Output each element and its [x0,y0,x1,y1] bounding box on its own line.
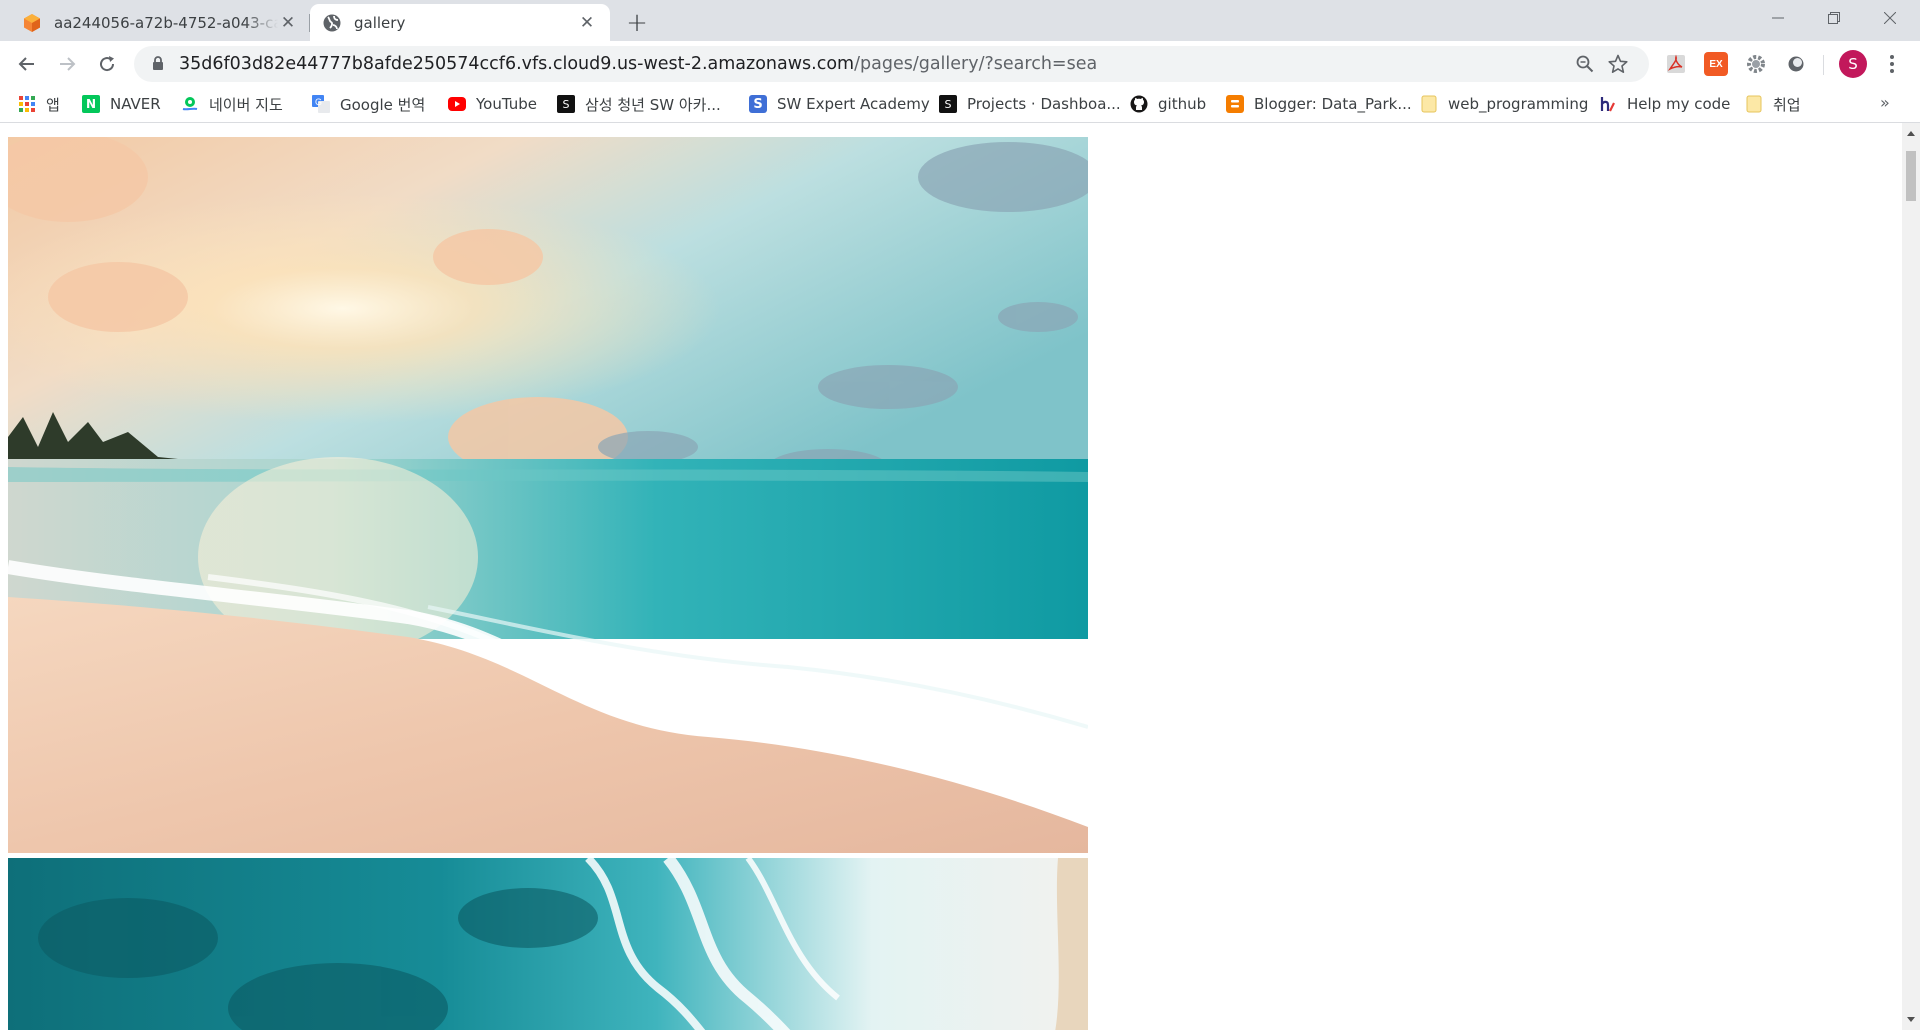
naver-map-icon [181,95,199,113]
reload-button[interactable] [91,48,123,80]
gallery-page [0,123,1902,1030]
new-tab-button[interactable]: + [622,8,652,38]
bookmark-label: Help my code [1627,95,1731,113]
bookmark-label: github [1158,95,1207,113]
scroll-down-arrow-icon[interactable] [1907,1017,1915,1022]
bookmark-ssafy[interactable]: S 삼성 청년 SW 아카... [557,87,721,121]
bookmark-label: 앱 [46,95,60,114]
bookmarks-overflow-button[interactable]: » [1880,93,1890,112]
naver-icon: N [82,95,100,113]
zoom-icon[interactable] [1573,52,1597,76]
bookmark-help-my-code[interactable]: Help my code [1599,87,1730,121]
bookmark-label: SW Expert Academy [777,95,930,113]
help-my-code-icon [1599,95,1617,113]
page-scrollbar[interactable] [1902,123,1920,1030]
gitlab-icon: S [939,95,957,113]
youtube-icon [448,95,466,113]
bookmark-apps[interactable]: 앱 [18,87,60,121]
bookmark-sw-expert-academy[interactable]: S SW Expert Academy [749,87,930,121]
bookmark-naver[interactable]: N NAVER [82,87,161,121]
scroll-up-arrow-icon[interactable] [1907,131,1915,136]
bookmark-star-icon[interactable] [1606,52,1630,76]
circle-extension-icon[interactable] [1784,52,1808,76]
folder-icon [1745,95,1763,113]
bookmark-projects-dashboard[interactable]: S Projects · Dashboa... [939,87,1121,121]
github-icon [1130,95,1148,113]
tab-title: aa244056-a72b-4752-a043-ca41 [54,13,279,32]
bookmark-label: Projects · Dashboa... [967,95,1121,113]
url-host: 35d6f03d82e44777b8afde250574ccf6.vfs.clo… [179,54,855,74]
swea-icon: S [749,95,767,113]
apps-grid-icon [18,95,36,113]
menu-icon[interactable] [1882,50,1902,78]
bookmark-folder-web-programming[interactable]: web_programming [1420,87,1588,121]
gallery-image-aerial-ocean[interactable] [8,858,1088,1030]
ssafy-icon: S [557,95,575,113]
arrow-left-icon [18,57,34,71]
gear-extension-icon[interactable] [1744,52,1768,76]
url-path: /pages/gallery/?search=sea [854,54,1098,74]
tab-gallery[interactable]: gallery ✕ [310,4,610,41]
bookmark-blogger[interactable]: Blogger: Data_Park... [1226,87,1412,121]
bookmarks-bar: 앱 N NAVER 네이버 지도 G Google 번역 YouTube S 삼… [0,87,1920,123]
back-button[interactable] [11,48,43,80]
bookmark-label: 네이버 지도 [209,95,283,114]
bookmark-label: NAVER [110,95,161,113]
bookmark-label: web_programming [1448,95,1589,113]
gallery-image-beach-sunset[interactable] [8,137,1088,853]
restore-button[interactable] [1806,0,1862,36]
globe-icon [323,14,341,31]
forward-button[interactable] [51,48,83,80]
reload-icon [100,56,115,72]
folder-icon [1420,95,1438,113]
close-window-button[interactable] [1862,0,1918,36]
toolbar-divider [1823,55,1824,75]
pdf-extension-icon[interactable] [1664,52,1688,76]
restore-icon [1828,12,1840,24]
cloud9-cube-icon [24,13,40,32]
profile-avatar[interactable]: S [1839,50,1867,78]
google-translate-icon: G [312,95,330,113]
bookmark-folder-jobs[interactable]: 취업 [1745,87,1801,121]
bookmark-label: Google 번역 [340,95,426,114]
scrollbar-thumb[interactable] [1906,151,1916,201]
arrow-right-icon [60,57,76,71]
bookmark-github[interactable]: github [1130,87,1206,121]
url-text[interactable]: 35d6f03d82e44777b8afde250574ccf6.vfs.clo… [179,46,1097,82]
ex-extension-icon[interactable]: EX [1704,52,1728,76]
bookmark-label: YouTube [476,95,537,113]
minimize-icon [1772,17,1784,19]
lock-icon [153,56,163,70]
bookmark-label: Blogger: Data_Park... [1254,95,1412,113]
svg-text:G: G [315,97,322,107]
bookmark-label: 삼성 청년 SW 아카... [585,95,721,114]
blogger-icon [1226,95,1244,113]
bookmark-naver-map[interactable]: 네이버 지도 [181,87,283,121]
minimize-button[interactable] [1750,0,1806,36]
browser-toolbar: 35d6f03d82e44777b8afde250574ccf6.vfs.clo… [0,41,1920,87]
tab-cloud9[interactable]: aa244056-a72b-4752-a043-ca41 ✕ [10,4,310,41]
close-icon [1884,12,1896,24]
close-tab-icon[interactable]: ✕ [278,12,298,34]
tab-strip: aa244056-a72b-4752-a043-ca41 ✕ gallery ✕… [0,0,1920,41]
tab-title: gallery [354,13,406,32]
bookmark-label: 취업 [1773,95,1801,114]
close-tab-icon[interactable]: ✕ [576,12,598,34]
address-bar[interactable]: 35d6f03d82e44777b8afde250574ccf6.vfs.clo… [134,46,1649,82]
bookmark-youtube[interactable]: YouTube [448,87,537,121]
bookmark-google-translate[interactable]: G Google 번역 [312,87,425,121]
